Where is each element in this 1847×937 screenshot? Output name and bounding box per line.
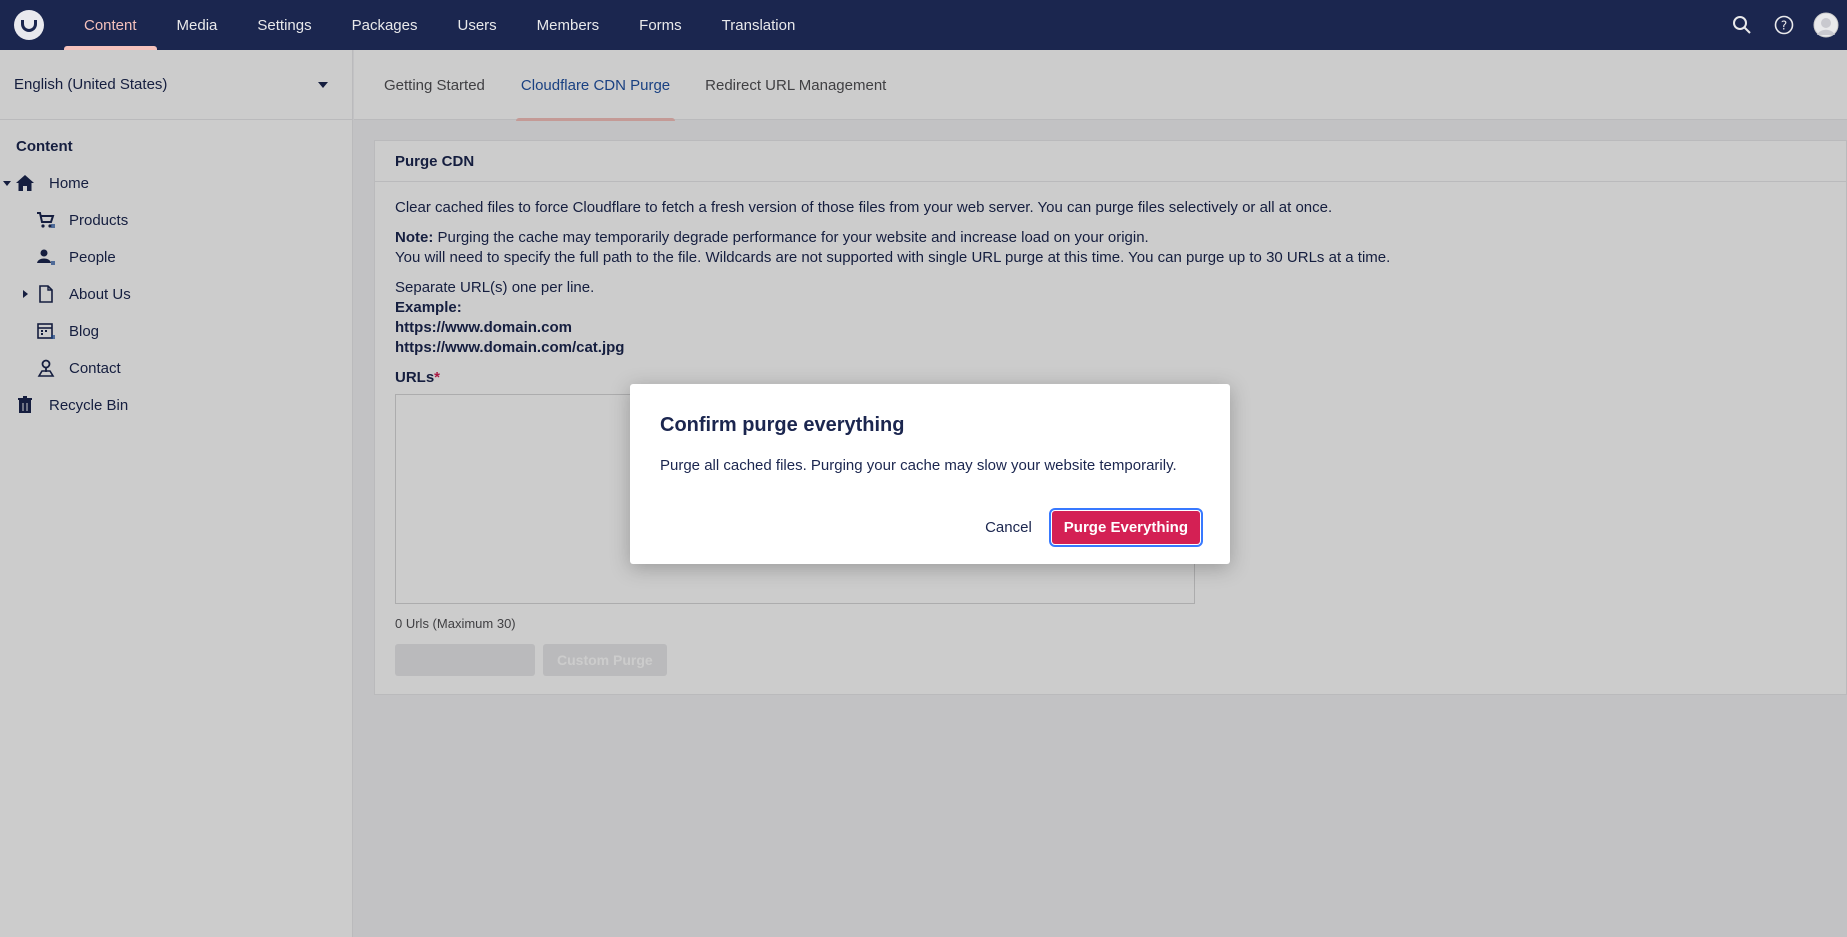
- umbraco-logo[interactable]: [14, 10, 44, 40]
- nav-forms[interactable]: Forms: [619, 0, 702, 50]
- svg-text:?: ?: [1781, 19, 1787, 33]
- nav-users[interactable]: Users: [437, 0, 516, 50]
- dialog-title: Confirm purge everything: [660, 414, 905, 436]
- user-avatar[interactable]: [1805, 0, 1847, 50]
- nav-settings[interactable]: Settings: [237, 0, 331, 50]
- search-icon[interactable]: [1721, 0, 1763, 50]
- top-navigation-bar: Content Media Settings Packages Users Me…: [0, 0, 1847, 50]
- help-icon[interactable]: ?: [1763, 0, 1805, 50]
- dialog-text: Purge all cached files. Purging your cac…: [660, 457, 1177, 474]
- confirm-purge-dialog: Confirm purge everything Purge all cache…: [630, 384, 1230, 564]
- nav-media[interactable]: Media: [157, 0, 238, 50]
- nav-packages[interactable]: Packages: [332, 0, 438, 50]
- confirm-purge-everything-button[interactable]: Purge Everything: [1048, 508, 1204, 547]
- cancel-button[interactable]: Cancel: [983, 513, 1034, 542]
- section-nav: Content Media Settings Packages Users Me…: [64, 0, 815, 50]
- top-icons: ?: [1721, 0, 1847, 50]
- nav-translation[interactable]: Translation: [702, 0, 816, 50]
- nav-content[interactable]: Content: [64, 0, 157, 50]
- nav-members[interactable]: Members: [517, 0, 620, 50]
